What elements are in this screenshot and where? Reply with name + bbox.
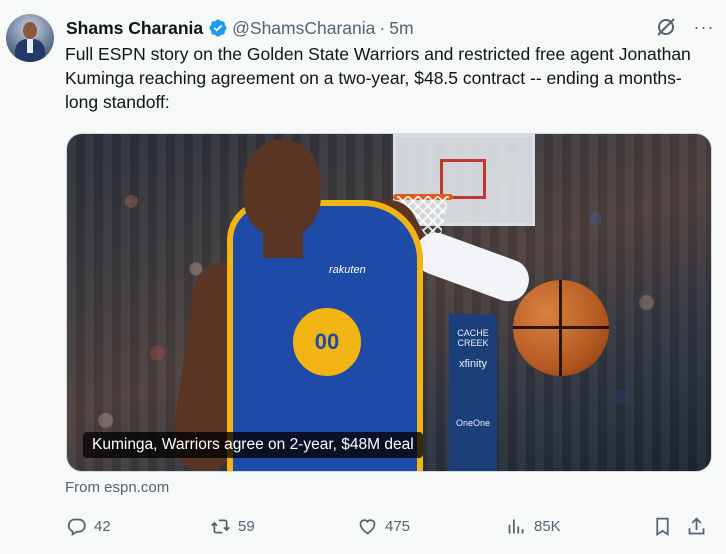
views-count: 85K (534, 517, 561, 535)
like-icon (359, 518, 376, 535)
tweet-text: Full ESPN story on the Golden State Warr… (65, 44, 691, 112)
basketball (513, 280, 609, 376)
jersey-logo: 00 (289, 304, 365, 380)
grok-icon[interactable] (654, 15, 678, 39)
link-source[interactable]: From espn.com (65, 479, 169, 496)
views-button[interactable]: 85K (506, 510, 561, 542)
views-icon (508, 519, 524, 533)
verified-badge-icon (209, 19, 227, 37)
bookmark-icon (656, 517, 669, 536)
retweet-icon (211, 519, 230, 533)
pole-text-oneone: OneOne (455, 418, 491, 428)
repost-button[interactable]: 59 (210, 510, 255, 542)
avatar-head (23, 22, 37, 39)
player-head (243, 140, 321, 236)
author-handle[interactable]: @ShamsCharania (232, 18, 375, 39)
share-button[interactable] (686, 510, 707, 542)
bookmark-button[interactable] (652, 510, 673, 542)
jersey-wordmark: rakuten (329, 264, 366, 276)
repost-count: 59 (238, 517, 255, 535)
pole-text-cache-creek: CACHE CREEK (457, 328, 489, 348)
like-count: 475 (385, 517, 411, 535)
action-bar: 42 59 475 85K (0, 510, 726, 542)
reply-count: 42 (94, 517, 111, 535)
reply-button[interactable]: 42 (66, 510, 111, 542)
media-caption: Kuminga, Warriors agree on 2-year, $48M … (83, 432, 423, 458)
timestamp[interactable]: 5m (389, 18, 413, 39)
reply-icon (67, 518, 86, 536)
tweet-card[interactable]: Shams Charania @ShamsCharania · 5m ··· F… (0, 0, 726, 554)
like-button[interactable]: 475 (357, 510, 410, 542)
tweet-media-card[interactable]: CACHE CREEK xfinity OneOne rakuten 00 Ku… (66, 133, 712, 472)
jersey-number: 00 (314, 329, 340, 354)
tweet-header: Shams Charania @ShamsCharania · 5m (66, 16, 414, 40)
stanchion-padding: CACHE CREEK xfinity OneOne (449, 314, 497, 471)
avatar-shirt (27, 39, 33, 53)
author-name[interactable]: Shams Charania (66, 18, 203, 39)
avatar[interactable] (6, 14, 54, 62)
more-icon[interactable]: ··· (692, 15, 716, 39)
share-icon (688, 516, 705, 534)
pole-text-xfinity: xfinity (458, 358, 488, 370)
separator-dot: · (379, 17, 386, 38)
